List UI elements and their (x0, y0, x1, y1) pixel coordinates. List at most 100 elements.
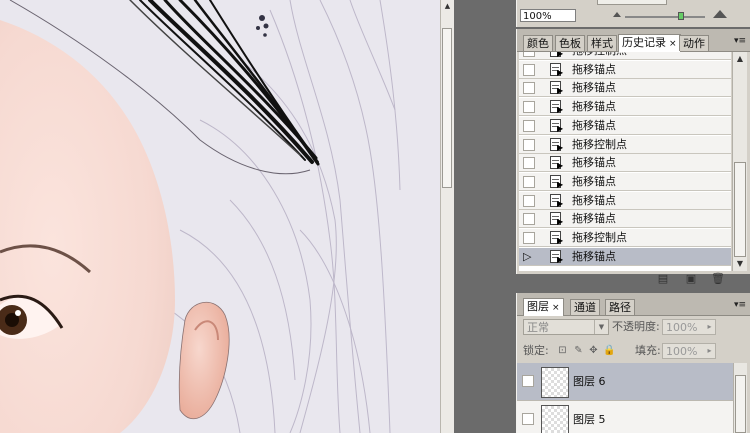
history-state-row[interactable]: ▷ ▶ 拖移锚点 (519, 247, 731, 266)
history-state-row[interactable]: ▶ 拖移锚点 (519, 191, 731, 210)
tab-paths[interactable]: 路径 (605, 299, 635, 315)
fill-label: 填充: (635, 344, 661, 357)
scroll-thumb[interactable] (442, 28, 452, 188)
zoom-in-icon[interactable] (713, 10, 727, 18)
tab-actions[interactable]: 动作 (679, 35, 709, 51)
history-tabstrip: 颜色 色板 样式 历史记录 × 动作 ▾≡ (517, 29, 750, 52)
lock-image-pixels-icon[interactable]: ✎ (573, 345, 584, 356)
history-state-label: 拖移锚点 (572, 62, 616, 76)
history-state-label: 拖移控制点 (572, 137, 627, 151)
scroll-up-icon[interactable]: ▲ (443, 2, 452, 11)
history-state-label: 拖移锚点 (572, 212, 616, 226)
scroll-down-icon[interactable]: ▼ (735, 259, 745, 269)
history-state-row[interactable]: ▶ 拖移控制点 (519, 135, 731, 154)
opacity-field[interactable]: 100% ▸ (662, 319, 716, 335)
layer-visibility-toggle[interactable] (522, 375, 534, 387)
zoom-slider[interactable] (625, 16, 705, 18)
history-state-label: 拖移控制点 (572, 231, 627, 244)
history-state-label: 拖移锚点 (572, 81, 616, 95)
tab-label: 历史记录 (622, 36, 666, 49)
history-state-row[interactable]: ▶ 拖移锚点 (519, 116, 731, 135)
close-icon[interactable]: × (669, 39, 677, 49)
lock-label: 锁定: (523, 344, 549, 357)
new-document-from-state-icon[interactable]: ▤ (657, 273, 669, 285)
cursor-arrow-icon: ▶ (557, 236, 564, 245)
layer-row[interactable]: 图层 6 (517, 363, 733, 401)
history-brush-source-checkbox[interactable] (523, 232, 535, 244)
document-canvas[interactable] (0, 0, 440, 433)
history-brush-source-checkbox[interactable] (523, 138, 535, 151)
history-brush-source-checkbox[interactable] (523, 63, 535, 76)
zoom-slider-thumb[interactable] (678, 12, 684, 20)
history-state-label: 拖移控制点 (572, 52, 627, 57)
history-state-row[interactable]: ▶ 拖移锚点 (519, 154, 731, 173)
history-brush-source-checkbox[interactable] (523, 213, 535, 226)
history-state-row[interactable]: ▶ 拖移锚点 (519, 210, 731, 229)
lock-transparent-pixels-icon[interactable]: ⊡ (557, 345, 568, 356)
history-state-row[interactable]: ▶ 拖移锚点 (519, 79, 731, 98)
zoom-input[interactable]: 100% (520, 9, 576, 22)
cursor-arrow-icon: ▶ (557, 67, 564, 77)
history-footer: ▤ ▣ 🗑 (517, 271, 747, 291)
blend-mode-select[interactable]: 正常 ▼ (523, 319, 609, 335)
lock-all-icon[interactable]: 🔒 (603, 345, 615, 356)
cursor-arrow-icon: ▶ (557, 86, 564, 96)
layers-scrollbar[interactable] (733, 363, 747, 433)
scroll-thumb[interactable] (735, 375, 746, 433)
history-list: ▶ 拖移控制点 ▶ 拖移锚点 ▶ 拖移锚点 ▶ 拖移锚点 ▶ 拖移锚点 ▶ 拖移控制点 ▶ 拖移锚点 ▶ 拖移… (519, 52, 731, 271)
blend-mode-value: 正常 (527, 321, 549, 334)
tab-styles[interactable]: 样式 (587, 35, 617, 51)
canvas-vertical-scrollbar[interactable]: ▲ (440, 0, 454, 433)
illustration (0, 0, 401, 433)
history-state-row[interactable]: ▶ 拖移锚点 (519, 172, 731, 191)
layer-thumbnail (541, 367, 569, 398)
workspace-background (454, 0, 516, 433)
new-snapshot-icon[interactable]: ▣ (685, 273, 697, 285)
tab-label: 色板 (559, 37, 581, 50)
scroll-up-icon[interactable]: ▲ (735, 54, 745, 64)
history-state-row[interactable]: ▶ 拖移锚点 (519, 60, 731, 79)
zoom-out-icon[interactable] (613, 12, 621, 17)
history-state-label: 拖移锚点 (572, 174, 616, 188)
tab-color[interactable]: 颜色 (523, 35, 553, 51)
panel-menu-icon[interactable]: ▾≡ (734, 35, 746, 47)
tab-history[interactable]: 历史记录 × (618, 34, 681, 52)
history-brush-source-checkbox[interactable] (523, 175, 535, 188)
layer-visibility-toggle[interactable] (522, 413, 534, 425)
tab-label: 动作 (683, 37, 705, 50)
tab-label: 图层 (527, 300, 549, 313)
tab-swatches[interactable]: 色板 (555, 35, 585, 51)
navigator-proxy-view[interactable] (597, 0, 667, 5)
layer-row[interactable]: 图层 5 (517, 401, 733, 433)
history-scrollbar[interactable]: ▲ ▼ (732, 52, 747, 271)
history-state-label: 拖移锚点 (572, 249, 616, 263)
cursor-arrow-icon: ▶ (557, 254, 564, 264)
tab-layers[interactable]: 图层 × (523, 298, 564, 316)
scroll-thumb[interactable] (734, 162, 746, 257)
cursor-arrow-icon: ▶ (557, 198, 564, 208)
fill-value: 100% (666, 345, 698, 358)
history-state-label: 拖移锚点 (572, 118, 616, 132)
history-state-row[interactable]: ▶ 拖移锚点 (519, 98, 731, 117)
history-panel: ▸▸ 颜色 色板 样式 历史记录× 动作 ▾≡ ▶拖移控制点▶拖移锚点▶拖移锚点… (516, 28, 750, 285)
history-brush-source-checkbox[interactable] (523, 101, 535, 114)
history-state-row[interactable]: ▶ 拖移控制点 (519, 229, 731, 247)
panel-menu-icon[interactable]: ▾≡ (734, 299, 746, 311)
history-state-label: 拖移锚点 (572, 193, 616, 207)
navigator-panel: 100% (516, 0, 750, 27)
history-brush-source-checkbox[interactable] (523, 119, 535, 132)
history-state-row[interactable]: ▶ 拖移控制点 (519, 52, 731, 60)
history-state-label: 拖移锚点 (572, 100, 616, 114)
history-brush-source-checkbox[interactable] (523, 194, 535, 207)
history-brush-source-checkbox[interactable] (523, 157, 535, 170)
tab-channels[interactable]: 通道 (570, 299, 600, 315)
history-brush-source-checkbox[interactable] (523, 82, 535, 95)
trash-icon[interactable]: 🗑 (711, 273, 725, 285)
fill-field[interactable]: 100% ▸ (662, 343, 716, 359)
close-icon[interactable]: × (552, 303, 560, 313)
history-brush-source-checkbox[interactable] (523, 52, 535, 57)
cursor-arrow-icon: ▶ (557, 123, 564, 133)
history-brush-icon[interactable]: ▷ (523, 250, 531, 263)
lock-position-icon[interactable]: ✥ (588, 345, 599, 356)
chevron-down-icon: ▼ (594, 320, 608, 334)
